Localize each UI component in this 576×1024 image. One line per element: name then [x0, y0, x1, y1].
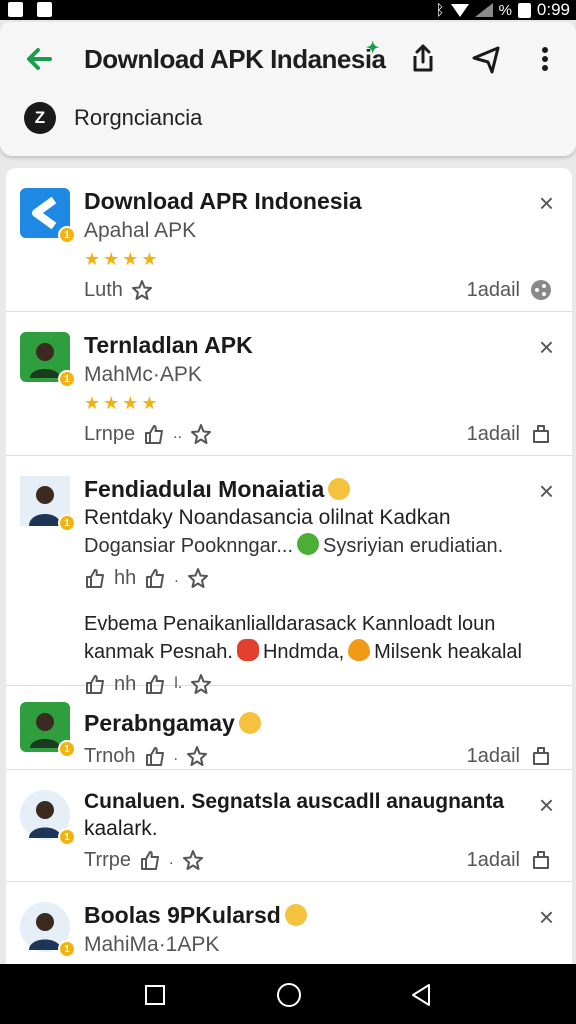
archive-icon[interactable]	[530, 849, 552, 871]
page-title: Download APK Indanesia	[84, 44, 386, 74]
item-line: Sysriyian erudiatian.	[323, 535, 504, 557]
star-outline-icon[interactable]	[131, 279, 153, 301]
couch-emoji-icon	[236, 639, 259, 661]
meta-label: Luth	[84, 278, 123, 301]
rating-stars: ★★★★	[84, 249, 161, 269]
star-outline-icon[interactable]	[182, 849, 204, 871]
home-icon[interactable]	[276, 982, 302, 1008]
sparkle-icon: ✦	[366, 40, 380, 57]
meta-label: hh	[114, 566, 137, 589]
item-title: Cunaluen. Segnatsla auscadll anaugnanta	[84, 790, 505, 813]
list-item[interactable]: 1 Perabngamay Trnoh . 1adail	[6, 686, 572, 770]
list-item[interactable]: 1 × Fendiadulaı Monaiatia Rentdaky Noand…	[6, 456, 572, 695]
app-icon: 1	[20, 702, 76, 758]
thumbs-up-icon[interactable]	[84, 567, 106, 589]
account-row[interactable]: Z Rorgnciancia	[24, 102, 202, 134]
thumbs-up-icon[interactable]	[144, 745, 166, 767]
item-title: Download APR Indonesia	[84, 188, 362, 214]
thumbs-up-icon[interactable]	[139, 849, 161, 871]
rating-stars: ★★★★	[84, 393, 161, 413]
meta-date: 1adail	[466, 744, 520, 767]
badge-icon: 1	[58, 514, 76, 532]
notification-icon	[37, 2, 52, 17]
list-item[interactable]: 1 × Cunaluen. Segnatsla auscadll anaugna…	[6, 770, 572, 882]
item-subtitle: MahiMa·1APK	[84, 933, 220, 956]
fire-emoji-icon	[348, 639, 371, 661]
star-outline-icon[interactable]	[190, 423, 212, 445]
meta-label: Trnoh	[84, 744, 136, 767]
item-title: Ternladlan APK	[84, 332, 253, 358]
app-icon: 1	[20, 188, 76, 244]
item-body: Evbema Penaikanlialldarasack Kannloadt l…	[84, 613, 496, 635]
badge-icon: 1	[58, 370, 76, 388]
smiley-emoji-icon	[284, 904, 307, 926]
app-icon: 1	[20, 332, 76, 388]
account-name: Rorgnciancia	[74, 105, 203, 130]
item-line: Rentdaky Noandasancia olilnat Kadkan	[84, 506, 451, 529]
item-subtitle: MahMc·APK	[84, 363, 202, 386]
list-item[interactable]: 1 × Download APR Indonesia Apahal APK ★★…	[6, 168, 572, 312]
app-icon: 1	[20, 476, 76, 532]
more-options-icon[interactable]	[532, 42, 558, 76]
smiley-emoji-icon	[238, 712, 261, 734]
close-icon[interactable]: ×	[539, 904, 554, 930]
item-line: Dogansiar Pooknngar...	[84, 535, 294, 557]
item-title-cont: kaalark.	[84, 817, 158, 840]
status-bar: ᛒ % 0:99	[0, 0, 576, 20]
list-item[interactable]: 1 × Boolas 9PKularsd MahiMa·1APK	[6, 882, 572, 968]
data-icon: %	[498, 1, 512, 19]
avatar: 1	[20, 790, 76, 846]
close-icon[interactable]: ×	[539, 334, 554, 360]
item-body: Hndmda,	[262, 641, 345, 663]
badge-icon: 1	[58, 940, 76, 958]
notification-list: 1 × Download APR Indonesia Apahal APK ★★…	[6, 168, 572, 968]
item-title: Perabngamay	[84, 710, 235, 736]
archive-icon[interactable]	[530, 745, 552, 767]
send-icon[interactable]	[470, 42, 502, 76]
close-icon[interactable]: ×	[539, 792, 554, 818]
avatar: 1	[20, 902, 76, 958]
meta-date: 1adail	[466, 278, 520, 301]
item-body: kanmak Pesnah.	[84, 641, 233, 663]
star-outline-icon[interactable]	[186, 745, 208, 767]
share-circle-icon[interactable]	[530, 279, 552, 301]
meta-label: Trrpe	[84, 848, 132, 871]
close-icon[interactable]: ×	[539, 190, 554, 216]
notification-icon	[8, 2, 23, 17]
item-subtitle: Apahal APK	[84, 219, 197, 242]
app-header: Download APK Indanesia ✦ Z Rorgnciancia	[0, 22, 576, 156]
bluetooth-icon: ᛒ	[435, 1, 445, 19]
badge-icon: 1	[58, 740, 76, 758]
archive-icon[interactable]	[530, 423, 552, 445]
account-avatar: Z	[24, 102, 56, 134]
meta-date: 1adail	[466, 422, 520, 445]
badge-icon: 1	[58, 828, 76, 846]
back-icon[interactable]	[410, 983, 432, 1007]
meta-date: 1adail	[466, 848, 520, 871]
signal-icon	[474, 3, 493, 17]
wifi-icon	[450, 3, 469, 17]
item-body: Milsenk heakalal	[374, 641, 522, 663]
system-nav-bar	[0, 964, 576, 1024]
thumbs-up-icon[interactable]	[143, 423, 165, 445]
recents-icon[interactable]	[144, 984, 166, 1006]
green-emoji-icon	[297, 533, 320, 555]
item-title: Boolas 9PKularsd	[84, 902, 281, 928]
meta-label: Lrnpe	[84, 422, 136, 445]
close-icon[interactable]: ×	[539, 478, 554, 504]
share-icon[interactable]	[407, 42, 439, 76]
item-title: Fendiadulaı Monaiatia	[84, 476, 325, 502]
smiley-emoji-icon	[328, 478, 351, 500]
status-time: 0:99	[536, 0, 570, 19]
badge-icon: 1	[58, 226, 76, 244]
thumbs-up-icon[interactable]	[144, 567, 166, 589]
list-item[interactable]: 1 × Ternladlan APK MahMc·APK ★★★★ Lrnpe …	[6, 312, 572, 456]
battery-icon	[517, 2, 531, 18]
back-arrow-icon[interactable]	[22, 42, 56, 76]
star-outline-icon[interactable]	[187, 567, 209, 589]
